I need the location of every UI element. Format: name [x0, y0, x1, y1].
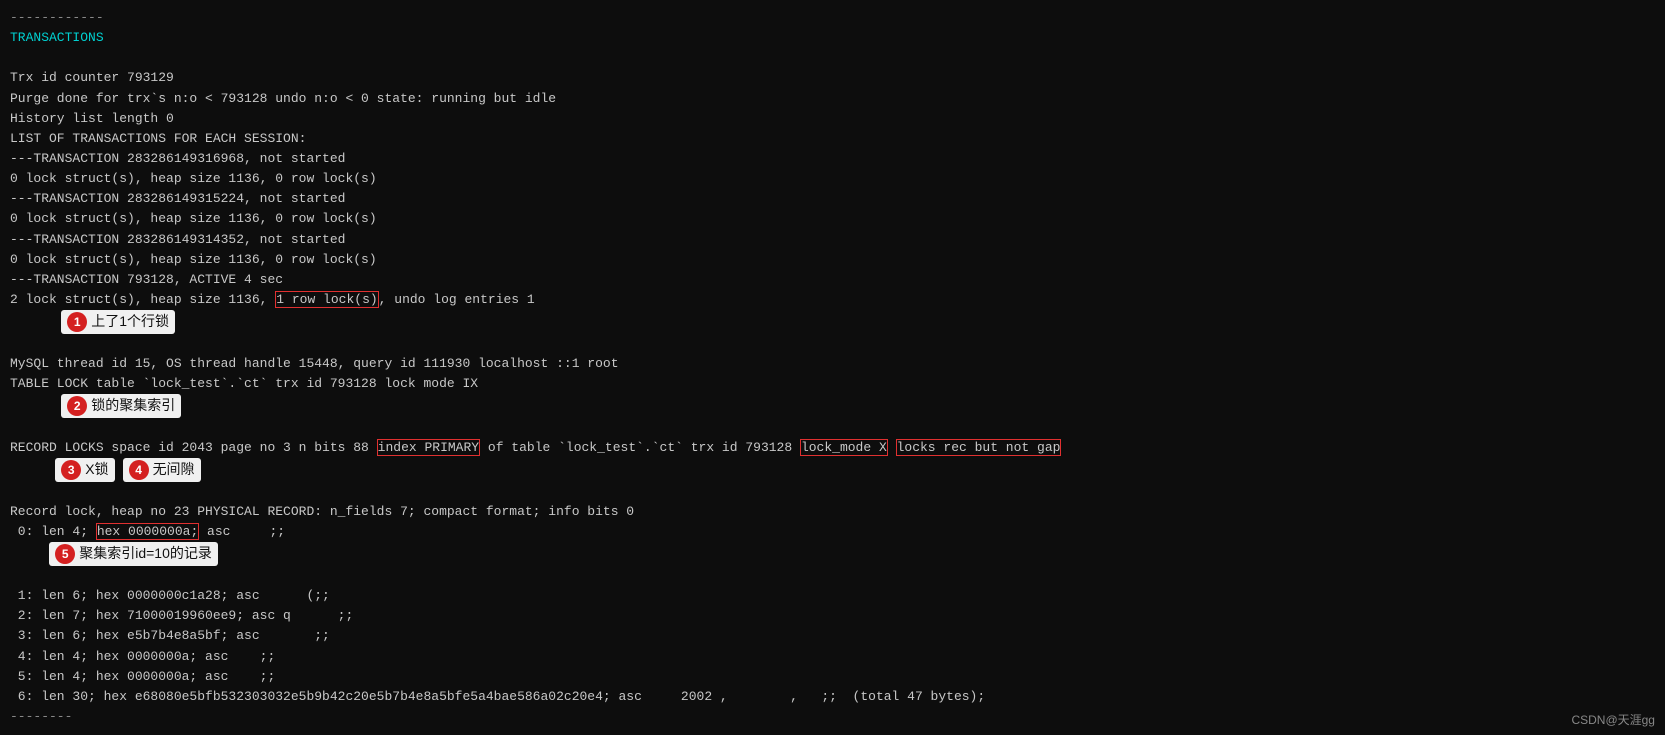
annotation-label-5: 聚集索引id=10的记录: [79, 543, 212, 565]
line-dashes-bottom: --------: [10, 707, 1655, 727]
annotation-bubble-4: 4: [129, 460, 149, 480]
row-lock-highlight: 1 row lock(s): [275, 291, 378, 308]
annotation-label-3: X锁: [85, 459, 108, 481]
line-row-lock: 2 lock struct(s), heap size 1136, 1 row …: [10, 290, 1655, 354]
annotation-bubble-5: 5: [55, 544, 75, 564]
annotation-bubble-2: 2: [67, 396, 87, 416]
line-list: LIST OF TRANSACTIONS FOR EACH SESSION:: [10, 129, 1655, 149]
line-dashes-top: ------------: [10, 8, 1655, 28]
line-purge: Purge done for trx`s n:o < 793128 undo n…: [10, 89, 1655, 109]
index-primary-highlight: index PRIMARY: [377, 439, 480, 456]
annotation-label-4: 无间隙: [153, 459, 195, 481]
line-tx1: ---TRANSACTION 283286149316968, not star…: [10, 149, 1655, 169]
line-tx2: ---TRANSACTION 283286149315224, not star…: [10, 189, 1655, 209]
line-field-1: 1: len 6; hex 0000000c1a28; asc (;;: [10, 586, 1655, 606]
line-tx1b: 0 lock struct(s), heap size 1136, 0 row …: [10, 169, 1655, 189]
csdn-badge: CSDN@天涯gg: [1571, 711, 1655, 730]
line-field-5: 5: len 4; hex 0000000a; asc ;;: [10, 667, 1655, 687]
line-record-locks: RECORD LOCKS space id 2043 page no 3 n b…: [10, 438, 1655, 502]
annotation-bubble-1: 1: [67, 312, 87, 332]
annotation-bubble-3: 3: [61, 460, 81, 480]
annotation-label-1: 上了1个行锁: [91, 311, 169, 333]
line-record-lock-phys: Record lock, heap no 23 PHYSICAL RECORD:…: [10, 502, 1655, 522]
hex-0a-highlight: hex 0000000a;: [96, 523, 199, 540]
line-mysql-thread: MySQL thread id 15, OS thread handle 154…: [10, 354, 1655, 374]
terminal: ------------ TRANSACTIONS Trx id counter…: [0, 0, 1665, 735]
line-tx2b: 0 lock struct(s), heap size 1136, 0 row …: [10, 209, 1655, 229]
line-field-0: 0: len 4; hex 0000000a; asc ;; 5 聚集索引id=…: [10, 522, 1655, 586]
lock-mode-x-highlight: lock_mode X: [800, 439, 888, 456]
line-field-2: 2: len 7; hex 71000019960ee9; asc q ;;: [10, 606, 1655, 626]
line-table-lock: TABLE LOCK table `lock_test`.`ct` trx id…: [10, 374, 1655, 438]
line-history: History list length 0: [10, 109, 1655, 129]
line-field-3: 3: len 6; hex e5b7b4e8a5bf; asc ;;: [10, 626, 1655, 646]
line-tx-active: ---TRANSACTION 793128, ACTIVE 4 sec: [10, 270, 1655, 290]
line-tx3b: 0 lock struct(s), heap size 1136, 0 row …: [10, 250, 1655, 270]
annotation-label-2: 锁的聚集索引: [91, 395, 175, 417]
line-transactions: TRANSACTIONS: [10, 28, 1655, 48]
line-field-6: 6: len 30; hex e68080e5bfb532303032e5b9b…: [10, 687, 1655, 707]
locks-rec-highlight: locks rec but not gap: [896, 439, 1062, 456]
line-field-4: 4: len 4; hex 0000000a; asc ;;: [10, 647, 1655, 667]
line-trx-counter: Trx id counter 793129: [10, 68, 1655, 88]
line-tx3: ---TRANSACTION 283286149314352, not star…: [10, 230, 1655, 250]
